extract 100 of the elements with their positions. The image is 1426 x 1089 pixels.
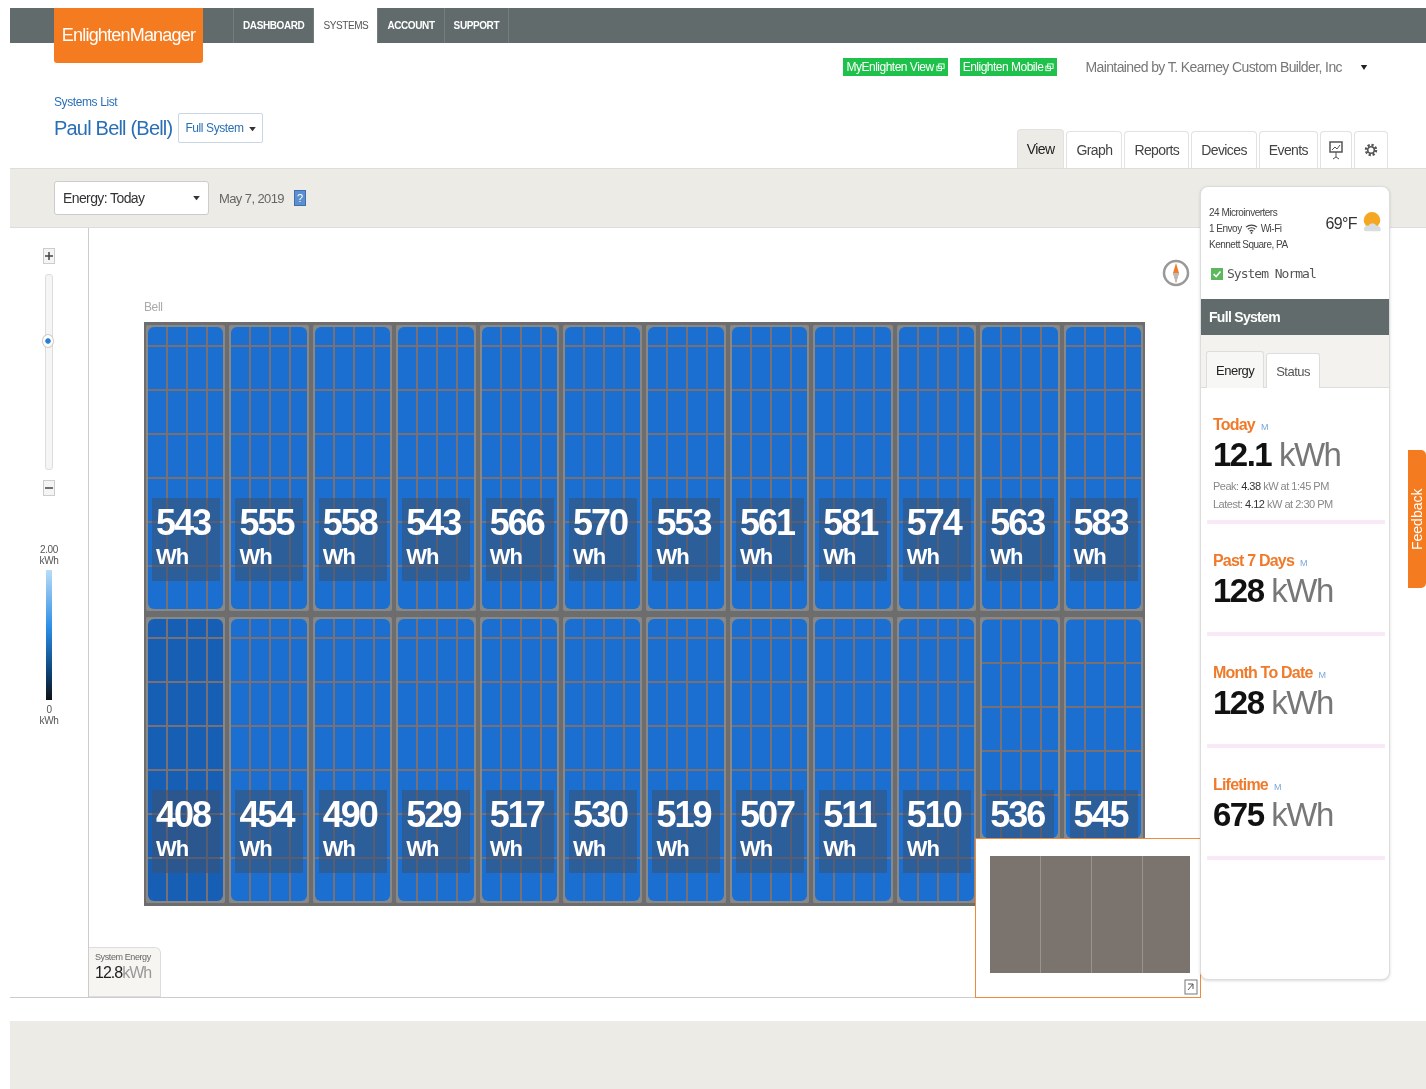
scope-dropdown[interactable]: Full System — [178, 113, 263, 143]
panel-energy-value: 583 — [1073, 503, 1128, 543]
panel-energy-unit: Wh — [656, 543, 689, 571]
solar-panel[interactable]: 454 Wh — [229, 617, 309, 903]
envoy-count: 1 Envoy — [1209, 223, 1242, 234]
solar-panel[interactable]: 510 Wh — [896, 617, 977, 903]
panel-energy-unit: Wh — [739, 835, 773, 863]
meter-tag-label: M — [1318, 670, 1326, 680]
view-tab[interactable]: View — [1016, 129, 1065, 168]
panel-energy-value: 530 — [573, 795, 628, 835]
help-button[interactable]: ? — [293, 190, 306, 206]
system-status: System Normal — [1227, 266, 1316, 281]
system-name: Paul Bell (Bell) — [54, 116, 173, 140]
panel-tab[interactable]: Status — [1266, 353, 1321, 388]
solar-panel[interactable]: 490 Wh — [312, 617, 393, 903]
temperature: 69°F — [1325, 215, 1357, 233]
view-tab[interactable]: Reports — [1124, 131, 1190, 168]
solar-panel[interactable]: 530 Wh — [563, 617, 643, 903]
panel-energy-unit: Wh — [489, 835, 522, 863]
connection-type: Wi-Fi — [1260, 223, 1282, 234]
solar-panel[interactable]: 574 Wh — [896, 325, 977, 611]
solar-panel[interactable]: 566 Wh — [479, 325, 560, 611]
meter-tag-label: M — [1260, 422, 1269, 432]
nav-tab[interactable]: SYSTEMS — [314, 8, 379, 43]
nav-tab[interactable]: SUPPORT — [444, 8, 510, 43]
zoom-out-button[interactable] — [43, 480, 55, 496]
solar-panel[interactable]: 563 Wh — [980, 325, 1060, 611]
presentation-icon[interactable] — [1320, 131, 1352, 168]
solar-panel[interactable]: 517 Wh — [479, 617, 560, 903]
panel-energy-unit: Wh — [489, 543, 522, 571]
breadcrumb-link[interactable]: Systems List — [54, 95, 263, 109]
status-check-icon — [1211, 266, 1223, 281]
legend-max-label: 2.00 kWh — [39, 544, 59, 566]
solar-panel[interactable]: 570 Wh — [563, 325, 643, 611]
solar-panel[interactable]: 543 Wh — [146, 325, 226, 611]
array-name: Bell — [144, 300, 164, 316]
solar-panel[interactable]: 519 Wh — [646, 617, 726, 903]
external-link-icon — [935, 62, 945, 72]
panel-energy-unit: Wh — [1073, 543, 1106, 571]
legend-min-label: 0 kWh — [39, 704, 59, 726]
panel-energy-unit: Wh — [906, 835, 939, 863]
settings-icon[interactable] — [1354, 131, 1388, 168]
minimap[interactable] — [975, 838, 1201, 998]
solar-panel[interactable]: 581 Wh — [813, 325, 893, 611]
solar-panel[interactable]: 511 Wh — [813, 617, 893, 903]
panel-energy-value: 581 — [823, 503, 878, 543]
panel-energy-value: 570 — [573, 503, 628, 543]
panel-energy-value: 536 — [990, 795, 1045, 835]
location-text: Kennett Square, PA — [1209, 239, 1289, 250]
panel-energy-unit: Wh — [156, 835, 189, 863]
solar-panel[interactable]: 529 Wh — [396, 617, 476, 903]
external-link-icon — [1045, 62, 1055, 72]
solar-panel[interactable]: 408 Wh — [146, 617, 226, 903]
mode-select[interactable]: Energy: Today — [54, 181, 209, 215]
meter-tag-label: M — [1273, 782, 1282, 792]
zoom-slider[interactable] — [45, 274, 53, 470]
panel-energy-value: 454 — [239, 795, 294, 835]
view-tab[interactable]: Devices — [1191, 131, 1257, 168]
solar-panel[interactable]: 553 Wh — [646, 325, 726, 611]
panel-energy-unit: Wh — [573, 543, 606, 571]
panel-energy-value: 558 — [322, 503, 377, 543]
panel-tab[interactable]: Energy — [1206, 351, 1265, 388]
view-tab[interactable]: Graph — [1066, 131, 1123, 168]
solar-panel[interactable]: 543 Wh — [396, 325, 476, 611]
panel-energy-value: 553 — [656, 503, 711, 543]
caret-icon[interactable] — [1360, 63, 1368, 71]
stat-value: 128 kWh — [1213, 684, 1334, 722]
solar-panel[interactable]: 558 Wh — [312, 325, 393, 611]
solar-panel[interactable]: 536 — [980, 617, 1060, 840]
panel-energy-unit: Wh — [239, 835, 272, 863]
stat-label: Month To Date — [1213, 664, 1313, 682]
panel-energy-unit: Wh — [573, 835, 606, 863]
panel-energy-value: 563 — [990, 503, 1045, 543]
microinverter-count: 24 Microinverters — [1209, 207, 1279, 218]
panel-energy-value: 529 — [406, 795, 461, 835]
panel-energy-unit: Wh — [406, 543, 439, 571]
solar-panel[interactable]: 507 Wh — [729, 617, 810, 903]
panel-energy-unit: Wh — [322, 543, 356, 571]
panel-energy-value: 519 — [656, 795, 711, 835]
nav-tab[interactable]: ACCOUNT — [378, 8, 445, 43]
wifi-icon — [1244, 223, 1258, 234]
date-text: May 7, 2019 — [219, 190, 284, 206]
panel-energy-unit: Wh — [239, 543, 272, 571]
solar-panel[interactable]: 545 — [1063, 617, 1143, 840]
stat-detail: Peak: 4.38 kW at 1:45 PM — [1213, 480, 1330, 492]
plus-icon — [45, 252, 53, 260]
stat-detail: Latest: 4.12 kW at 2:30 PM — [1213, 498, 1334, 510]
panel-energy-value: 517 — [489, 795, 544, 835]
zoom-in-button[interactable] — [43, 248, 55, 264]
panel-energy-value: 490 — [322, 795, 377, 835]
panel-energy-value: 511 — [823, 795, 876, 835]
view-tab[interactable]: Events — [1258, 131, 1318, 168]
solar-panel[interactable]: 561 Wh — [729, 325, 810, 611]
expand-icon[interactable] — [1184, 979, 1198, 995]
solar-panel[interactable]: 555 Wh — [229, 325, 309, 611]
panel-energy-unit: Wh — [406, 835, 439, 863]
caret-icon — [193, 195, 200, 201]
panel-energy-unit: Wh — [990, 543, 1023, 571]
stat-value: 12.1 kWh — [1213, 436, 1342, 474]
solar-panel[interactable]: 583 Wh — [1063, 325, 1143, 611]
